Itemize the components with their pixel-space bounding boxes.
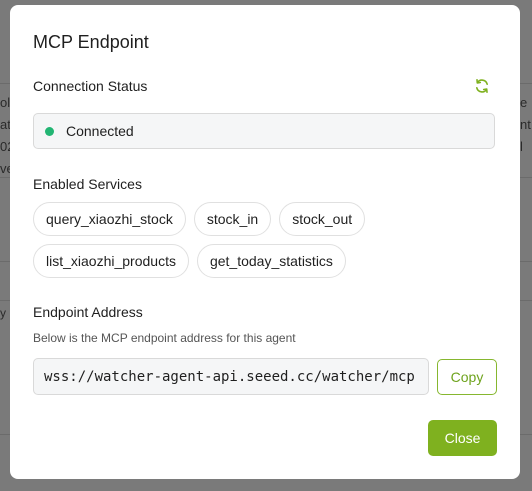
background-text-small: y <box>0 306 6 320</box>
dialog-title: MCP Endpoint <box>33 32 149 52</box>
connection-status-box: Connected <box>33 113 495 149</box>
background-text: l <box>520 139 523 154</box>
service-chip-row: list_xiaozhi_products get_today_statisti… <box>33 244 503 278</box>
background-text-right: e nt, l <box>520 92 532 158</box>
enabled-services-label: Enabled Services <box>33 176 142 192</box>
refresh-icon[interactable] <box>474 78 490 94</box>
connection-status-text: Connected <box>66 123 134 139</box>
service-chip: list_xiaozhi_products <box>33 244 189 278</box>
service-chip: stock_in <box>193 202 272 236</box>
endpoint-address-input[interactable] <box>33 358 429 395</box>
close-button[interactable]: Close <box>428 420 497 456</box>
mcp-endpoint-dialog: MCP Endpoint Connection Status Connected… <box>10 5 520 479</box>
service-chip-row: query_xiaozhi_stock stock_in stock_out <box>33 202 503 236</box>
connection-status-label: Connection Status <box>33 78 148 94</box>
service-chip: stock_out <box>279 202 366 236</box>
copy-button[interactable]: Copy <box>437 359 497 395</box>
background-text: e <box>520 95 528 110</box>
endpoint-hint: Below is the MCP endpoint address for th… <box>33 331 296 345</box>
endpoint-address-label: Endpoint Address <box>33 304 143 320</box>
service-chip: get_today_statistics <box>196 244 346 278</box>
service-chip: query_xiaozhi_stock <box>33 202 186 236</box>
service-chip-list: query_xiaozhi_stock stock_in stock_out l… <box>33 202 503 286</box>
status-dot-icon <box>45 126 54 136</box>
background-text: nt, <box>520 117 532 132</box>
